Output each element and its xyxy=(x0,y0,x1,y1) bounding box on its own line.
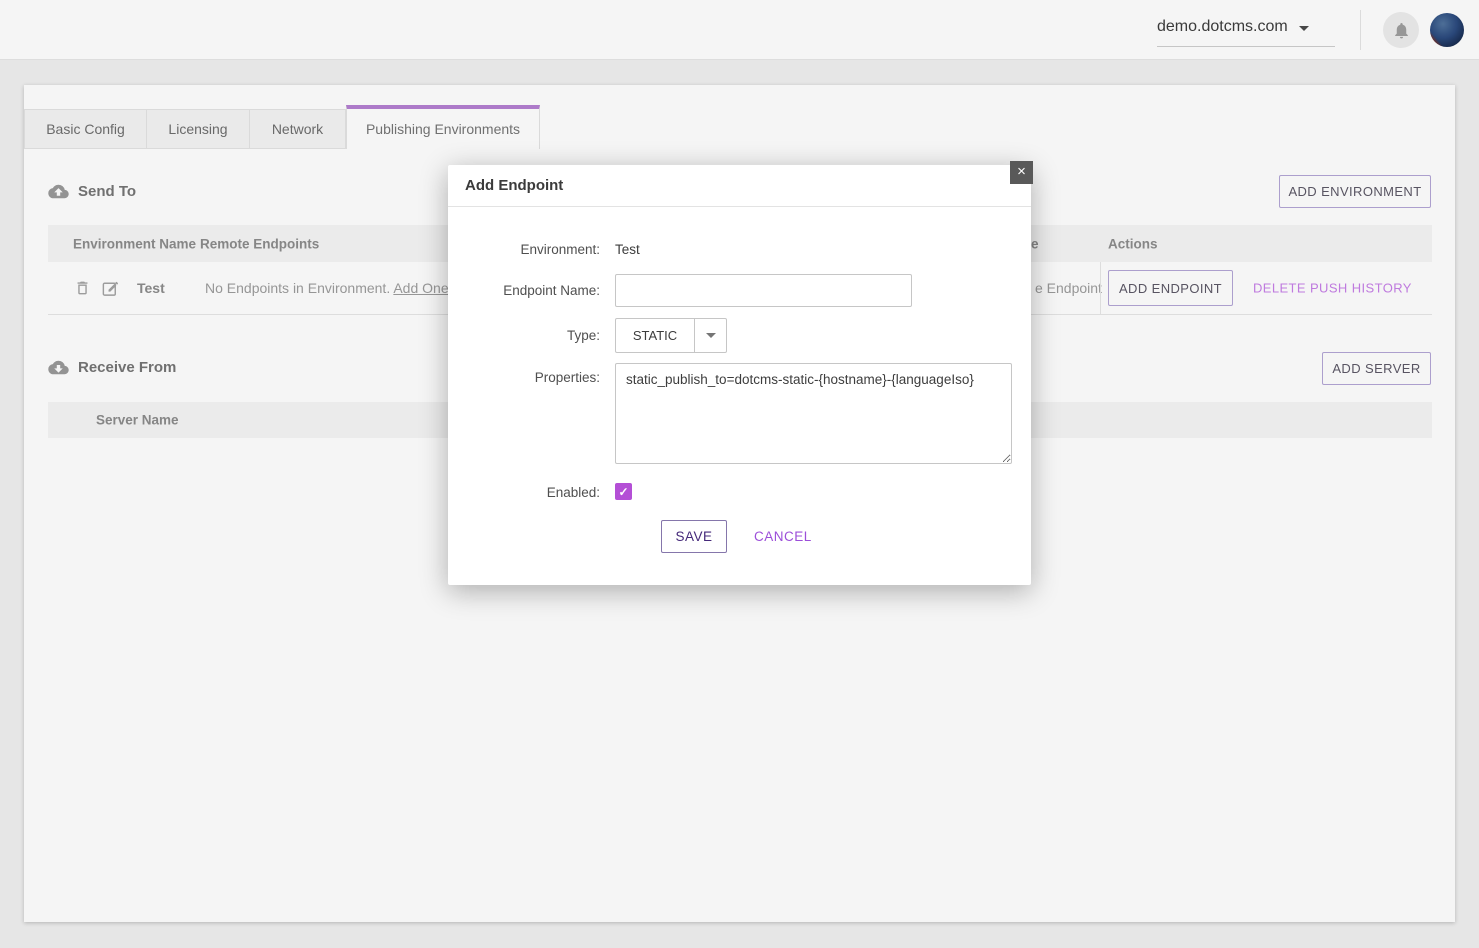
screen: demo.dotcms.com Basic Config Licensing N… xyxy=(0,0,1479,948)
chevron-down-icon xyxy=(706,333,716,338)
environment-label: Environment: xyxy=(455,242,600,257)
enabled-label: Enabled: xyxy=(455,485,600,500)
endpoint-name-input[interactable] xyxy=(615,274,912,307)
properties-label: Properties: xyxy=(455,370,600,385)
environment-value: Test xyxy=(615,242,640,257)
add-endpoint-modal: × Add Endpoint Environment: Test Endpoin… xyxy=(448,165,1031,585)
enabled-checkbox[interactable] xyxy=(615,483,632,500)
modal-title: Add Endpoint xyxy=(465,177,563,194)
save-button[interactable]: SAVE xyxy=(661,520,727,553)
type-select-value: STATIC xyxy=(616,319,694,352)
modal-header: Add Endpoint xyxy=(448,165,1031,207)
properties-textarea[interactable]: static_publish_to=dotcms-static-{hostnam… xyxy=(615,363,1012,464)
type-select[interactable]: STATIC xyxy=(615,318,727,353)
endpoint-name-label: Endpoint Name: xyxy=(455,283,600,298)
close-icon[interactable]: × xyxy=(1010,161,1033,184)
type-label: Type: xyxy=(455,328,600,343)
cancel-button[interactable]: CANCEL xyxy=(754,520,812,553)
type-select-caret-box[interactable] xyxy=(694,319,726,352)
